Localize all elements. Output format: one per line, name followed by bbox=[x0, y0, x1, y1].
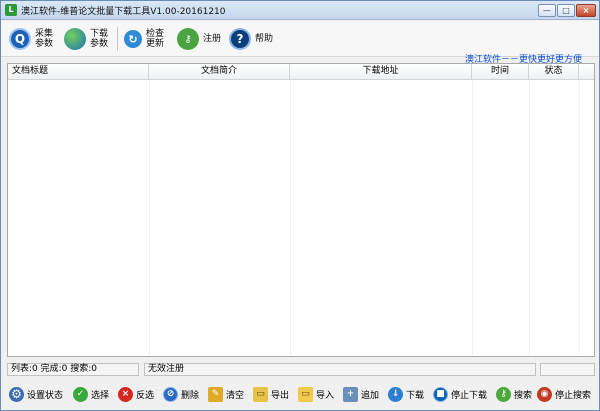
minimize-icon: — bbox=[543, 6, 551, 15]
stop-download-button[interactable]: ■ 停止下载 bbox=[433, 385, 487, 403]
header-time[interactable]: 时间 bbox=[472, 64, 529, 80]
minimize-button[interactable]: — bbox=[538, 4, 556, 17]
gear-icon: ⚙ bbox=[9, 386, 24, 402]
header-download-url[interactable]: 下载地址 bbox=[290, 64, 472, 80]
delete-label: 删除 bbox=[181, 390, 200, 401]
invert-selection-label: 反选 bbox=[136, 390, 155, 401]
download-button[interactable]: ↓ 下载 bbox=[388, 385, 424, 403]
check-icon: ✓ bbox=[73, 386, 88, 402]
invert-selection-button[interactable]: × 反选 bbox=[118, 385, 154, 403]
collect-params-label: 采集 参数 bbox=[35, 29, 54, 49]
maximize-button[interactable]: □ bbox=[557, 4, 575, 17]
export-button[interactable]: ▭ 导出 bbox=[253, 385, 289, 403]
refresh-icon: ↻ bbox=[124, 30, 142, 48]
search-key-icon: ⚷ bbox=[496, 386, 511, 402]
app-icon: L bbox=[5, 4, 17, 16]
download-params-label: 下载 参数 bbox=[90, 29, 109, 49]
export-label: 导出 bbox=[271, 390, 290, 401]
search-button[interactable]: ⚷ 搜索 bbox=[496, 385, 532, 403]
select-label: 选择 bbox=[91, 390, 110, 401]
clear-label: 清空 bbox=[226, 390, 245, 401]
status-counts: 列表:0 完成:0 搜索:0 bbox=[7, 363, 139, 376]
import-button[interactable]: ▭ 导入 bbox=[298, 385, 334, 403]
column-divider bbox=[149, 80, 150, 356]
title-bar[interactable]: L 澳江软件-维普论文批量下载工具V1.00-20161210 — □ × bbox=[1, 1, 599, 20]
append-label: 追加 bbox=[361, 390, 380, 401]
broom-icon: ✎ bbox=[208, 386, 223, 402]
delete-icon: ⊘ bbox=[163, 386, 178, 402]
download-icon: ↓ bbox=[388, 386, 403, 402]
register-button[interactable]: ⚷ 注册 bbox=[177, 24, 221, 54]
clear-button[interactable]: ✎ 清空 bbox=[208, 385, 244, 403]
header-doc-title[interactable]: 文档标题 bbox=[8, 64, 149, 80]
document-table[interactable]: 文档标题 文档简介 下载地址 时间 状态 bbox=[7, 63, 595, 357]
settings-status-label: 设置状态 bbox=[27, 390, 64, 401]
globe-icon bbox=[64, 28, 86, 50]
status-bar: 列表:0 完成:0 搜索:0 无效注册 bbox=[1, 362, 599, 377]
search-globe-icon: Q bbox=[9, 28, 31, 50]
bottom-toolbar: ⚙ 设置状态 ✓ 选择 × 反选 ⊘ 删除 ✎ 清空 ▭ 导出 ▭ 导入 + 追 bbox=[1, 379, 599, 410]
stop-download-label: 停止下载 bbox=[451, 390, 488, 401]
delete-button[interactable]: ⊘ 删除 bbox=[163, 385, 199, 403]
collect-params-button[interactable]: Q 采集 参数 bbox=[9, 24, 53, 54]
stop-search-icon: ◉ bbox=[537, 386, 552, 402]
window-title: 澳江软件-维普论文批量下载工具V1.00-20161210 bbox=[21, 7, 226, 17]
x-icon: × bbox=[118, 386, 133, 402]
register-label: 注册 bbox=[203, 34, 222, 44]
help-button[interactable]: ? 帮助 bbox=[229, 24, 273, 54]
toolbar-separator bbox=[117, 27, 118, 51]
column-divider bbox=[579, 80, 580, 356]
registration-status: 无效注册 bbox=[144, 363, 536, 376]
column-divider bbox=[529, 80, 530, 356]
maximize-icon: □ bbox=[562, 6, 570, 15]
header-spacer bbox=[579, 64, 594, 80]
stop-search-button[interactable]: ◉ 停止搜索 bbox=[537, 385, 591, 403]
import-label: 导入 bbox=[316, 390, 335, 401]
stop-download-icon: ■ bbox=[433, 386, 448, 402]
import-folder-icon: ▭ bbox=[298, 386, 313, 402]
search-label: 搜索 bbox=[514, 390, 533, 401]
check-update-button[interactable]: ↻ 检查 更新 bbox=[124, 24, 164, 54]
main-window: L 澳江软件-维普论文批量下载工具V1.00-20161210 — □ × Q … bbox=[0, 0, 600, 411]
download-label: 下载 bbox=[406, 390, 425, 401]
select-button[interactable]: ✓ 选择 bbox=[73, 385, 109, 403]
append-button[interactable]: + 追加 bbox=[343, 385, 379, 403]
stop-search-label: 停止搜索 bbox=[555, 390, 592, 401]
help-icon: ? bbox=[229, 28, 251, 50]
check-update-label: 检查 更新 bbox=[146, 29, 165, 49]
column-divider bbox=[472, 80, 473, 356]
key-icon: ⚷ bbox=[177, 28, 199, 50]
main-toolbar: Q 采集 参数 下载 参数 ↻ 检查 更新 ⚷ 注册 ? 帮助 澳江软件－－更快… bbox=[1, 21, 599, 65]
help-label: 帮助 bbox=[255, 34, 274, 44]
header-doc-summary[interactable]: 文档简介 bbox=[149, 64, 290, 80]
header-status[interactable]: 状态 bbox=[529, 64, 579, 80]
export-folder-icon: ▭ bbox=[253, 386, 268, 402]
close-button[interactable]: × bbox=[576, 4, 596, 17]
settings-status-button[interactable]: ⚙ 设置状态 bbox=[9, 385, 63, 403]
close-icon: × bbox=[582, 6, 590, 15]
download-params-button[interactable]: 下载 参数 bbox=[64, 24, 108, 54]
column-divider bbox=[290, 80, 291, 356]
status-extra bbox=[540, 363, 595, 376]
append-icon: + bbox=[343, 386, 358, 402]
